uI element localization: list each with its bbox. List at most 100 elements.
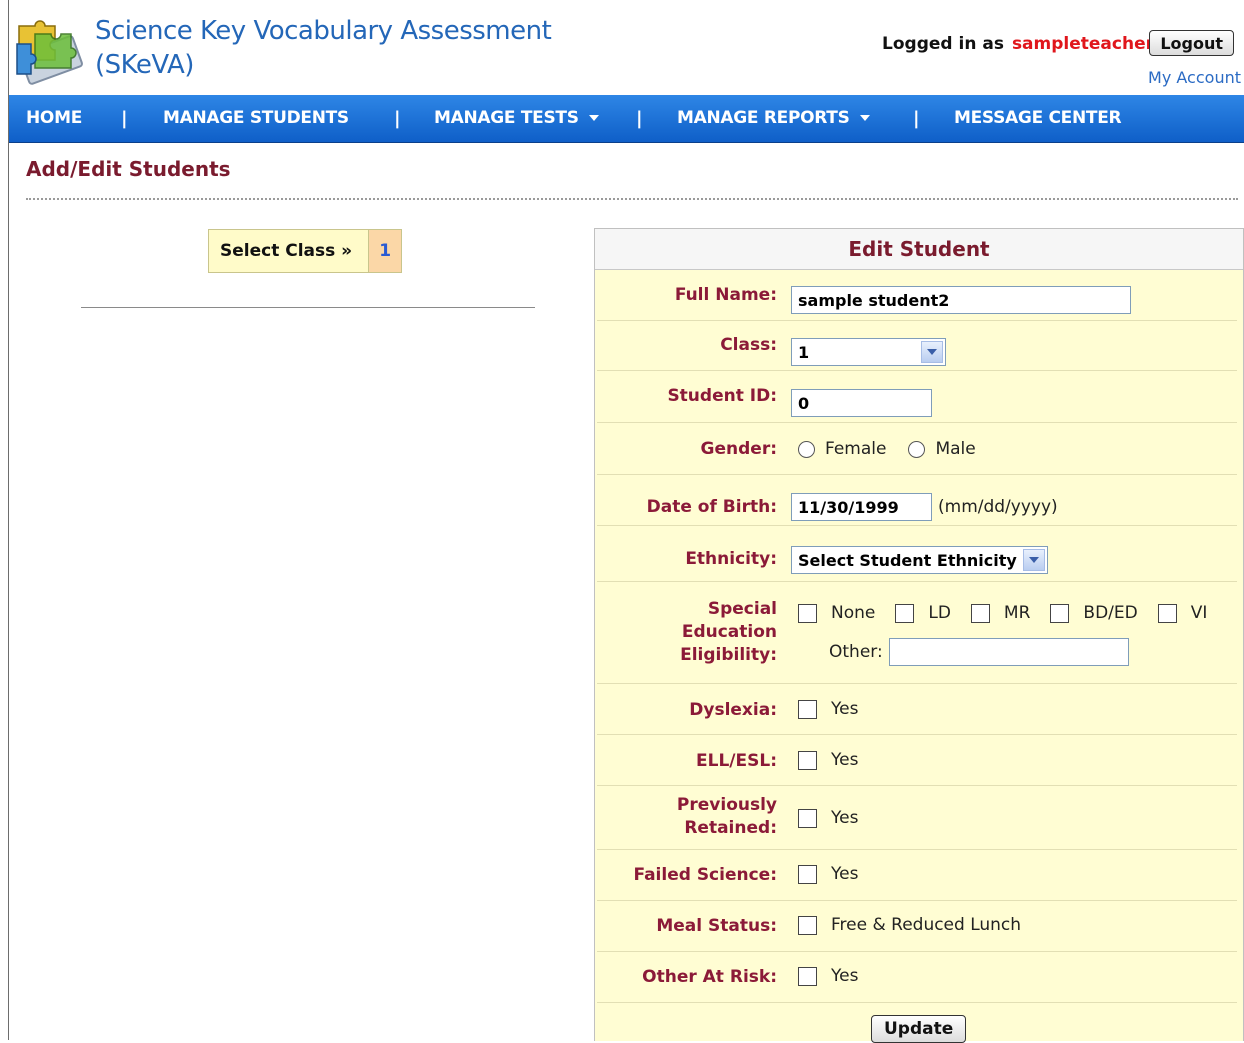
previously-retained-checkbox[interactable] xyxy=(798,808,817,828)
class-list-divider xyxy=(81,307,535,308)
row-other-at-risk: Other At Risk: Yes xyxy=(595,952,1243,1003)
nav-manage-tests-label: MANAGE TESTS xyxy=(434,108,579,128)
bded-checkbox[interactable] xyxy=(1050,603,1070,623)
previously-retained-yes-label: Yes xyxy=(831,808,859,828)
class-select[interactable]: 1 xyxy=(791,338,946,366)
row-special-education: Special Education Eligibility: None LD M… xyxy=(595,582,1243,684)
meal-status-label: Meal Status: xyxy=(656,916,777,936)
dob-label: Date of Birth: xyxy=(646,497,777,517)
nav-separator: | xyxy=(913,108,920,129)
logout-button[interactable]: Logout xyxy=(1149,30,1234,56)
gender-female-option[interactable]: Female xyxy=(798,439,886,459)
dyslexia-yes-label: Yes xyxy=(831,699,859,719)
failed-science-yes-option[interactable]: Yes xyxy=(798,864,858,884)
nav-manage-students[interactable]: MANAGE STUDENTS xyxy=(163,95,349,142)
meal-status-checkbox[interactable] xyxy=(798,915,817,935)
vi-checkbox[interactable] xyxy=(1157,603,1177,623)
row-dob: Date of Birth: (mm/dd/yyyy) xyxy=(595,475,1243,526)
class-option-1[interactable]: 1 xyxy=(368,230,402,272)
ell-esl-yes-option[interactable]: Yes xyxy=(798,750,858,770)
vi-label: VI xyxy=(1190,603,1208,623)
meal-status-option[interactable]: Free & Reduced Lunch xyxy=(798,915,1021,935)
failed-science-label: Failed Science: xyxy=(633,865,777,885)
nav-manage-reports[interactable]: MANAGE REPORTS xyxy=(677,95,870,142)
row-dyslexia: Dyslexia: Yes xyxy=(595,684,1243,735)
class-label: Class: xyxy=(720,335,777,355)
special-ed-bded-option[interactable]: BD/ED xyxy=(1050,603,1138,623)
female-radio[interactable] xyxy=(798,440,815,458)
other-at-risk-label: Other At Risk: xyxy=(642,967,777,987)
puzzle-logo-icon xyxy=(16,20,83,85)
none-checkbox[interactable] xyxy=(798,603,817,623)
previously-retained-yes-option[interactable]: Yes xyxy=(798,808,858,828)
ell-esl-label: ELL/ESL: xyxy=(696,751,777,771)
ld-checkbox[interactable] xyxy=(895,603,915,623)
previously-retained-label: Previously Retained: xyxy=(677,794,777,840)
login-status: Logged in as sampleteacher xyxy=(882,34,1154,54)
special-ed-options: None LD MR BD/ED VI xyxy=(798,603,1207,623)
special-ed-label-line2: Education xyxy=(681,622,777,642)
special-ed-vi-option[interactable]: VI xyxy=(1157,603,1208,623)
ell-esl-checkbox[interactable] xyxy=(798,750,817,770)
special-education-label: Special Education Eligibility: xyxy=(680,598,777,667)
male-label: Male xyxy=(935,439,976,459)
dob-input[interactable] xyxy=(791,493,932,521)
full-name-input[interactable] xyxy=(791,286,1131,314)
chevron-down-icon xyxy=(859,115,870,121)
nav-manage-reports-label: MANAGE REPORTS xyxy=(677,108,850,128)
chevron-down-icon xyxy=(1028,557,1039,563)
special-ed-none-option[interactable]: None xyxy=(798,603,875,623)
other-label: Other: xyxy=(829,642,883,662)
nav-message-center[interactable]: MESSAGE CENTER xyxy=(954,95,1122,142)
class-selector: Select Class » 1 xyxy=(208,229,403,273)
dyslexia-yes-option[interactable]: Yes xyxy=(798,699,858,719)
my-account-link[interactable]: My Account xyxy=(1148,68,1241,87)
dob-group: (mm/dd/yyyy) xyxy=(791,493,1058,521)
special-ed-label-line1: Special xyxy=(707,599,777,619)
male-radio[interactable] xyxy=(908,440,926,458)
student-id-input[interactable] xyxy=(791,389,932,417)
row-meal-status: Meal Status: Free & Reduced Lunch xyxy=(595,901,1243,952)
failed-science-checkbox[interactable] xyxy=(798,864,817,884)
row-gender: Gender: Female Male xyxy=(595,423,1243,475)
dyslexia-checkbox[interactable] xyxy=(798,699,817,719)
logged-in-label: Logged in as xyxy=(882,34,1004,54)
other-at-risk-yes-option[interactable]: Yes xyxy=(798,966,858,986)
ld-label: LD xyxy=(928,603,951,623)
special-ed-ld-option[interactable]: LD xyxy=(895,603,951,623)
row-previously-retained: Previously Retained: Yes xyxy=(595,786,1243,850)
other-at-risk-yes-label: Yes xyxy=(831,966,859,986)
previously-retained-line2: Retained: xyxy=(684,818,777,838)
chevron-down-icon xyxy=(588,115,599,121)
previously-retained-line1: Previously xyxy=(676,795,777,815)
mr-label: MR xyxy=(1003,603,1031,623)
gender-label: Gender: xyxy=(700,439,777,459)
special-ed-other-input[interactable] xyxy=(888,638,1129,666)
special-ed-mr-option[interactable]: MR xyxy=(970,603,1031,623)
mr-checkbox[interactable] xyxy=(970,603,990,623)
student-id-label: Student ID: xyxy=(667,386,777,406)
update-button[interactable]: Update xyxy=(871,1015,967,1043)
nav-separator: | xyxy=(636,108,643,129)
gender-options: Female Male xyxy=(798,439,998,459)
row-failed-science: Failed Science: Yes xyxy=(595,850,1243,901)
dropdown-arrow-icon xyxy=(1022,549,1045,571)
nav-home[interactable]: HOME xyxy=(26,95,82,142)
row-divider xyxy=(597,1002,1237,1003)
nav-manage-tests[interactable]: MANAGE TESTS xyxy=(434,95,599,142)
row-ell-esl: ELL/ESL: Yes xyxy=(595,735,1243,786)
panel-heading: Edit Student xyxy=(595,229,1243,270)
failed-science-yes-label: Yes xyxy=(831,864,859,884)
ell-esl-yes-label: Yes xyxy=(831,750,859,770)
app-title: Science Key Vocabulary Assessment (SKeVA… xyxy=(95,16,552,80)
page-title: Add/Edit Students xyxy=(26,157,231,181)
ethnicity-select[interactable]: Select Student Ethnicity xyxy=(791,546,1048,574)
other-at-risk-checkbox[interactable] xyxy=(798,966,817,986)
nav-separator: | xyxy=(121,108,128,129)
chevron-down-icon xyxy=(927,349,937,355)
full-name-label: Full Name: xyxy=(674,285,777,305)
gender-male-option[interactable]: Male xyxy=(908,439,976,459)
none-label: None xyxy=(831,603,876,623)
special-ed-label-line3: Eligibility: xyxy=(680,645,777,665)
site-header: Science Key Vocabulary Assessment (SKeVA… xyxy=(9,0,1244,95)
